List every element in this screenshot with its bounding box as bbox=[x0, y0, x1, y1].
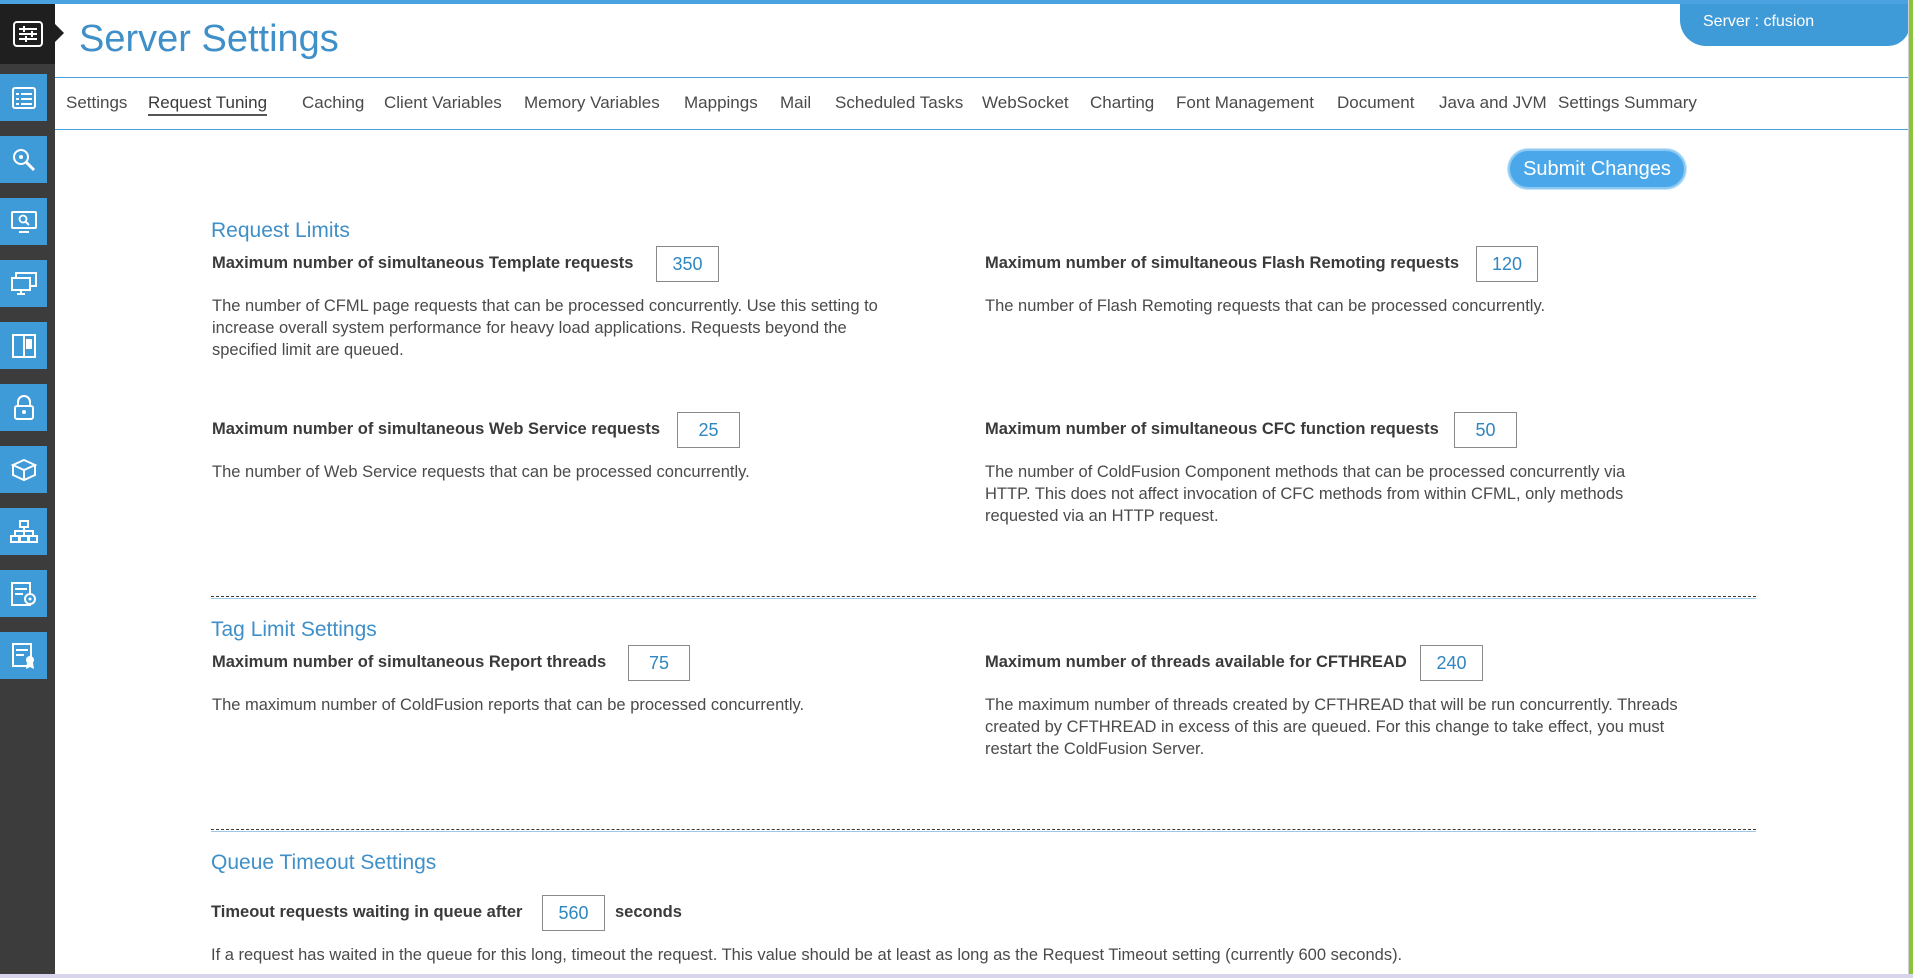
tab-settings[interactable]: Settings bbox=[66, 93, 127, 113]
tab-java-and-jvm[interactable]: Java and JVM bbox=[1439, 93, 1547, 113]
webservice-requests-label: Maximum number of simultaneous Web Servi… bbox=[212, 420, 661, 438]
cfc-requests-label: Maximum number of simultaneous CFC funct… bbox=[985, 420, 1439, 438]
section-title-queue-timeout: Queue Timeout Settings bbox=[211, 851, 437, 874]
tab-mappings[interactable]: Mappings bbox=[684, 93, 758, 113]
window-edge-accent bbox=[1909, 0, 1913, 978]
cfthread-input[interactable]: 240 bbox=[1420, 645, 1483, 681]
hierarchy-icon bbox=[9, 519, 39, 545]
section-title-request-limits: Request Limits bbox=[211, 219, 350, 242]
sidebar-item-data-services[interactable] bbox=[0, 322, 47, 369]
server-label: Server : bbox=[1703, 13, 1764, 30]
report-threads-input[interactable]: 75 bbox=[628, 645, 690, 681]
settings-sliders-icon bbox=[12, 21, 43, 47]
sidebar-item-monitoring[interactable] bbox=[0, 198, 47, 245]
webservice-requests-input[interactable]: 25 bbox=[677, 412, 740, 448]
server-badge[interactable]: Server : cfusion bbox=[1680, 4, 1910, 46]
flash-requests-label: Maximum number of simultaneous Flash Rem… bbox=[985, 254, 1459, 272]
template-requests-input[interactable]: 350 bbox=[656, 246, 719, 282]
report-threads-description: The maximum number of ColdFusion reports… bbox=[212, 696, 805, 714]
template-requests-description: The number of CFML page requests that ca… bbox=[212, 297, 878, 359]
split-panel-icon bbox=[11, 333, 37, 359]
tab-scheduled-tasks[interactable]: Scheduled Tasks bbox=[835, 93, 963, 113]
cfc-requests-description: The number of ColdFusion Component metho… bbox=[985, 463, 1626, 525]
sidebar-item-server-settings[interactable] bbox=[0, 74, 47, 121]
server-name: cfusion bbox=[1763, 13, 1815, 30]
sidebar-menu-toggle[interactable] bbox=[0, 4, 55, 64]
tab-caching[interactable]: Caching bbox=[302, 93, 364, 113]
section-title-tag-limits: Tag Limit Settings bbox=[211, 618, 377, 641]
template-requests-label: Maximum number of simultaneous Template … bbox=[212, 254, 634, 272]
package-box-icon bbox=[10, 457, 38, 483]
monitor-search-icon bbox=[10, 209, 38, 235]
tab-mail[interactable]: Mail bbox=[780, 93, 811, 113]
tab-websocket[interactable]: WebSocket bbox=[982, 93, 1069, 113]
tab-memory-variables[interactable]: Memory Variables bbox=[524, 93, 660, 113]
certificate-icon bbox=[11, 642, 37, 670]
window-bottom-edge bbox=[0, 974, 1913, 978]
top-accent-bar bbox=[0, 0, 1913, 4]
tab-settings-summary[interactable]: Settings Summary bbox=[1558, 93, 1697, 113]
queue-timeout-description: If a request has waited in the queue for… bbox=[211, 946, 1403, 964]
page-title: Server Settings bbox=[79, 18, 339, 60]
server-list-icon bbox=[11, 85, 37, 111]
sidebar-item-server-update[interactable] bbox=[0, 260, 47, 307]
sidebar-item-debugging[interactable] bbox=[0, 136, 47, 183]
sidebar-item-packaging[interactable] bbox=[0, 446, 47, 493]
queue-timeout-unit: seconds bbox=[615, 903, 682, 921]
cfc-requests-input[interactable]: 50 bbox=[1454, 412, 1517, 448]
tab-bar: Settings Request Tuning Caching Client V… bbox=[55, 77, 1908, 130]
lock-icon bbox=[12, 394, 36, 421]
section-divider bbox=[211, 596, 1756, 599]
submit-changes-button[interactable]: Submit Changes bbox=[1508, 149, 1686, 189]
sidebar bbox=[0, 4, 55, 974]
queue-timeout-label: Timeout requests waiting in queue after bbox=[211, 903, 523, 921]
tab-client-variables[interactable]: Client Variables bbox=[384, 93, 502, 113]
queue-timeout-input[interactable]: 560 bbox=[542, 895, 605, 931]
search-magnifier-icon bbox=[11, 147, 37, 173]
cfthread-description: The maximum number of threads created by… bbox=[985, 696, 1678, 758]
flash-requests-input[interactable]: 120 bbox=[1476, 246, 1538, 282]
sidebar-pointer bbox=[55, 24, 64, 42]
cfthread-label: Maximum number of threads available for … bbox=[985, 653, 1407, 671]
sidebar-item-license[interactable] bbox=[0, 632, 47, 679]
tab-charting[interactable]: Charting bbox=[1090, 93, 1154, 113]
flash-requests-description: The number of Flash Remoting requests th… bbox=[985, 297, 1546, 315]
sidebar-item-extensions[interactable] bbox=[0, 570, 47, 617]
tab-document[interactable]: Document bbox=[1337, 93, 1414, 113]
tab-request-tuning[interactable]: Request Tuning bbox=[148, 93, 268, 116]
sidebar-item-security[interactable] bbox=[0, 384, 47, 431]
report-threads-label: Maximum number of simultaneous Report th… bbox=[212, 653, 607, 671]
database-settings-icon bbox=[10, 581, 38, 607]
desktop-screens-icon bbox=[10, 271, 38, 297]
tab-font-management[interactable]: Font Management bbox=[1176, 93, 1314, 113]
webservice-requests-description: The number of Web Service requests that … bbox=[212, 463, 750, 481]
section-divider bbox=[211, 829, 1756, 832]
sidebar-item-enterprise-manager[interactable] bbox=[0, 508, 47, 555]
